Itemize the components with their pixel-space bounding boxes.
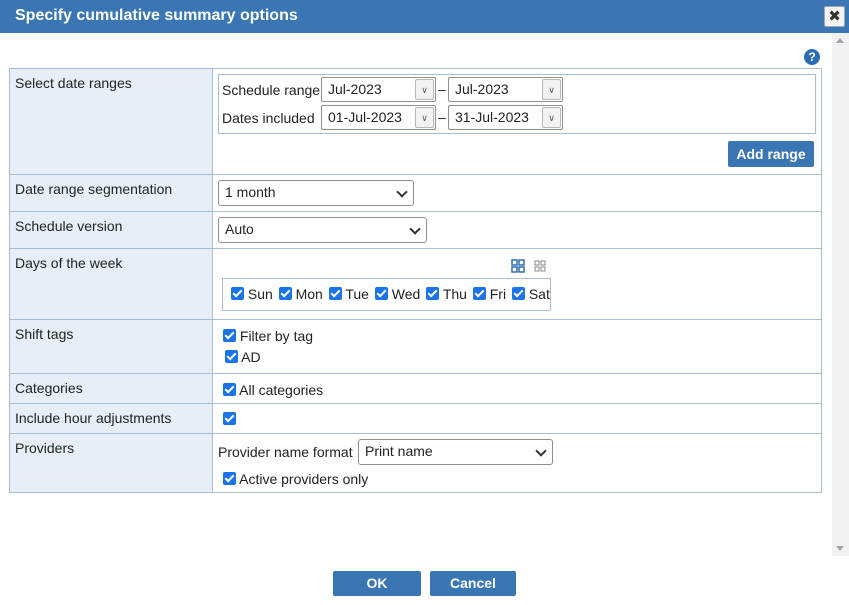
dates-from-select[interactable]: 01-Jul-2023 ∨ — [321, 105, 436, 130]
day-checkbox-sun[interactable]: Sun — [231, 286, 273, 302]
days-box: Sun Mon Tue Wed Thu Fri Sat — [222, 278, 551, 311]
day-checkbox-wed[interactable]: Wed — [374, 286, 420, 302]
all-categories-checkbox[interactable]: All categories — [223, 382, 323, 398]
shift-tags-label: Shift tags — [9, 319, 213, 374]
day-checkbox-sat[interactable]: Sat — [511, 286, 550, 302]
segmentation-label: Date range segmentation — [9, 174, 213, 212]
date-ranges-box: Schedule range Jul-2023 ∨ – Jul-2023 ∨ D… — [218, 74, 816, 134]
checkbox-checked-icon — [223, 412, 236, 425]
schedule-version-select[interactable]: Auto — [218, 217, 427, 243]
ok-button[interactable]: OK — [333, 571, 421, 596]
date-ranges-cell: Schedule range Jul-2023 ∨ – Jul-2023 ∨ D… — [212, 68, 822, 175]
checkbox-checked-icon — [225, 350, 238, 363]
clear-all-days-icon[interactable] — [534, 260, 546, 272]
add-range-button[interactable]: Add range — [728, 141, 814, 167]
schedule-version-cell: Auto — [212, 211, 822, 249]
options-table: Select date ranges Schedule range Jul-20… — [9, 68, 822, 493]
date-ranges-label: Select date ranges — [9, 68, 213, 175]
vertical-scrollbar[interactable] — [832, 33, 849, 556]
help-icon[interactable]: ? — [804, 49, 820, 65]
shift-tags-cell: Filter by tag AD — [212, 319, 822, 374]
scroll-down-icon[interactable] — [836, 546, 844, 551]
segmentation-cell: 1 month — [212, 174, 822, 212]
hour-adjustments-label: Include hour adjustments — [9, 403, 213, 434]
days-label: Days of the week — [9, 248, 213, 320]
day-checkbox-mon[interactable]: Mon — [278, 286, 323, 302]
provider-format-label: Provider name format — [218, 444, 353, 460]
close-button[interactable]: ✖ — [824, 6, 845, 27]
schedule-range-label: Schedule range — [222, 82, 321, 98]
range-separator: – — [438, 109, 446, 125]
checkbox-checked-icon — [231, 287, 244, 300]
select-all-days-icon[interactable] — [511, 259, 525, 273]
checkbox-checked-icon — [223, 329, 236, 342]
chevron-down-icon: ∨ — [415, 79, 434, 100]
checkbox-checked-icon — [328, 287, 342, 300]
checkbox-checked-icon — [472, 287, 486, 300]
providers-label: Providers — [9, 433, 213, 493]
dialog-title: Specify cumulative summary options — [15, 7, 298, 24]
hour-adjustments-checkbox[interactable] — [223, 411, 236, 427]
checkbox-checked-icon — [511, 287, 525, 300]
day-checkbox-fri[interactable]: Fri — [472, 286, 506, 302]
hour-adjustments-cell — [212, 403, 822, 434]
dialog-titlebar: Specify cumulative summary options ✖ — [0, 0, 849, 33]
checkbox-checked-icon — [426, 287, 440, 300]
range-separator: – — [438, 81, 446, 97]
dates-included-label: Dates included — [222, 110, 315, 126]
dialog-content: ? Select date ranges Schedule range Jul-… — [0, 33, 832, 556]
chevron-down-icon: ∨ — [542, 79, 561, 100]
schedule-from-select[interactable]: Jul-2023 ∨ — [321, 77, 436, 102]
cancel-button[interactable]: Cancel — [430, 571, 516, 596]
checkbox-checked-icon — [223, 472, 236, 485]
day-checkbox-thu[interactable]: Thu — [426, 286, 467, 302]
checkbox-checked-icon — [374, 287, 388, 300]
chevron-down-icon: ∨ — [415, 107, 434, 128]
categories-label: Categories — [9, 373, 213, 404]
checkbox-checked-icon — [223, 383, 236, 396]
scroll-up-icon[interactable] — [836, 38, 844, 43]
dates-to-select[interactable]: 31-Jul-2023 ∨ — [448, 105, 563, 130]
categories-cell: All categories — [212, 373, 822, 404]
filter-by-tag-checkbox[interactable]: Filter by tag — [223, 328, 313, 344]
providers-cell: Provider name format Print name Active p… — [212, 433, 822, 493]
tag-ad-checkbox[interactable]: AD — [225, 349, 261, 365]
checkbox-checked-icon — [278, 287, 292, 300]
active-providers-checkbox[interactable]: Active providers only — [223, 471, 368, 487]
chevron-down-icon: ∨ — [542, 107, 561, 128]
schedule-to-select[interactable]: Jul-2023 ∨ — [448, 77, 563, 102]
segmentation-select[interactable]: 1 month — [218, 180, 414, 206]
close-icon: ✖ — [828, 8, 841, 25]
days-cell: Sun Mon Tue Wed Thu Fri Sat — [212, 248, 822, 320]
schedule-version-label: Schedule version — [9, 211, 213, 249]
day-checkbox-tue[interactable]: Tue — [328, 286, 369, 302]
provider-format-select[interactable]: Print name — [358, 439, 553, 465]
